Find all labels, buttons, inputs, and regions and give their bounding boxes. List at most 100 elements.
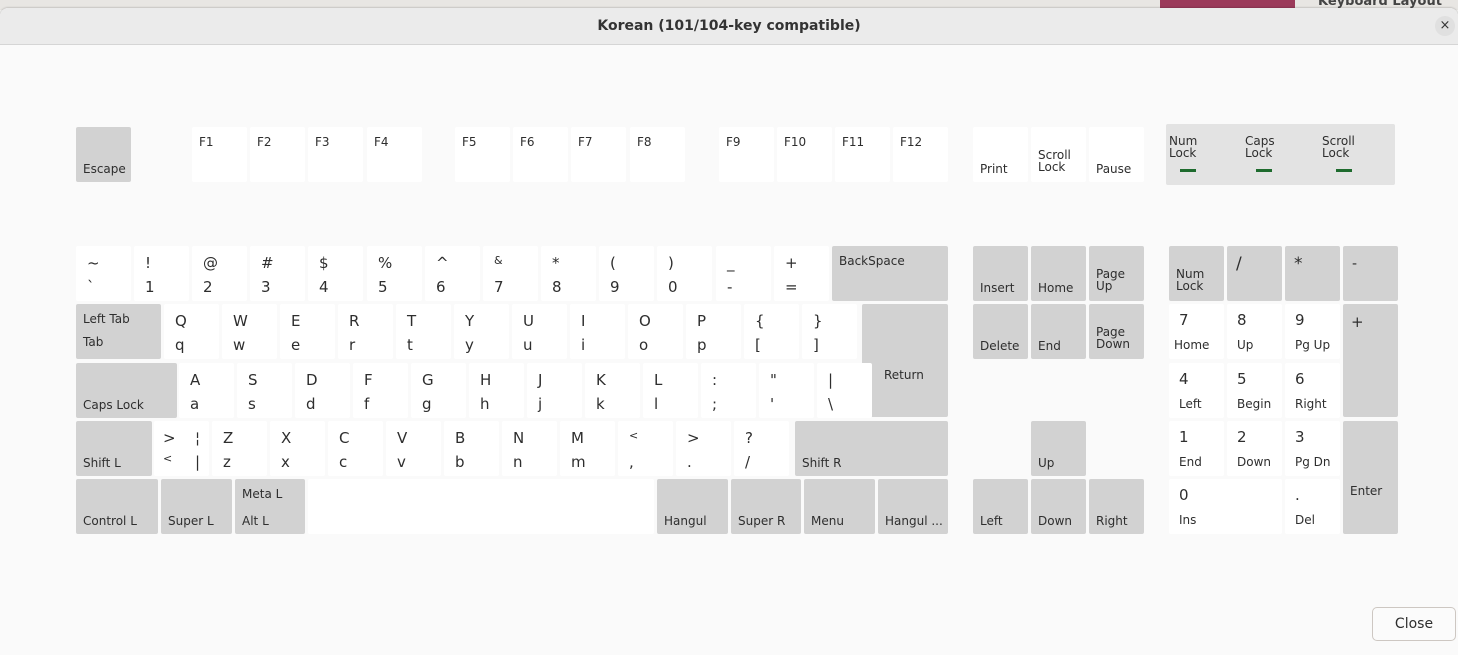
key-c: Cc [328,421,383,476]
key-kp-9: 9 Pg Up [1285,304,1340,359]
key-kp-1: 1 End [1169,421,1224,476]
key-kp-7: 7 Home [1169,304,1224,359]
key-0: ) 0 [657,246,712,301]
key-backspace: BackSpace [832,246,948,301]
key-q: Qq [164,304,219,359]
key-alt-left: Meta L Alt L [235,479,305,534]
key-f: Ff [353,363,408,418]
key-space [308,479,654,534]
caps-lock-led [1256,169,1272,172]
key-n: Nn [502,421,557,476]
key-9: (9 [599,246,654,301]
key-arrow-up: Up [1031,421,1086,476]
key-left-bracket: {[ [744,304,799,359]
key-super-right: Super R [731,479,801,534]
key-w: Ww [222,304,277,359]
key-f9: F9 [719,127,774,182]
key-arrow-right: Right [1089,479,1144,534]
key-4: $4 [308,246,363,301]
key-home: Home [1031,246,1086,301]
key-period: >. [676,421,731,476]
key-kp-3: 3 Pg Dn [1285,421,1340,476]
key-2: @2 [192,246,247,301]
key-d: Dd [295,363,350,418]
caps-lock-indicator-label: Caps Lock [1245,134,1275,160]
key-kp-divide: / [1227,246,1282,301]
key-page-down: Page Down [1089,304,1144,359]
key-kp-enter: Enter [1343,421,1398,534]
key-r: Rr [338,304,393,359]
key-less-greater: > < ¦ | [154,421,209,476]
dialog-titlebar: Korean (101/104-key compatible) × [0,8,1458,45]
key-grave: ~ ` [76,246,131,301]
key-x: Xx [270,421,325,476]
key-g: Gg [411,363,466,418]
key-minus: _ - [716,246,771,301]
key-f6: F6 [513,127,568,182]
key-5: % 5 [367,246,422,301]
key-escape: Escape [76,127,131,182]
key-kp-8: 8 Up [1227,304,1282,359]
key-backslash: | \ [817,363,872,418]
key-y: Yy [454,304,509,359]
key-1: ! 1 [134,246,189,301]
key-z: Zz [212,421,267,476]
key-insert: Insert [973,246,1028,301]
key-comma: <, [618,421,673,476]
key-num-lock: Num Lock [1169,246,1224,301]
key-f7: F7 [571,127,626,182]
key-o: Oo [628,304,683,359]
key-v: Vv [386,421,441,476]
key-slash: ? / [734,421,789,476]
key-a: Aa [179,363,234,418]
key-shift-right: Shift R [795,421,948,476]
key-f1: F1 [192,127,247,182]
key-shift-left: Shift L [76,421,152,476]
key-delete: Delete [973,304,1028,359]
key-j: Jj [527,363,582,418]
key-pause: Pause [1089,127,1144,182]
key-s: Ss [237,363,292,418]
key-right-bracket: }] [802,304,857,359]
key-page-up: Page Up [1089,246,1144,301]
key-p: Pp [686,304,741,359]
key-kp-subtract: - [1343,246,1398,301]
key-m: Mm [560,421,615,476]
key-hangul: Hangul [657,479,728,534]
key-f8: F8 [630,127,685,182]
key-f4: F4 [367,127,422,182]
key-tab: Left Tab Tab [76,304,161,359]
key-menu: Menu [804,479,875,534]
key-semicolon: :; [701,363,756,418]
key-kp-4: 4 Left [1169,363,1224,418]
key-kp-2: 2 Down [1227,421,1282,476]
key-end: End [1031,304,1086,359]
key-b: Bb [444,421,499,476]
key-arrow-left: Left [973,479,1028,534]
num-lock-indicator-label: Num Lock [1169,134,1198,160]
key-6: ^ 6 [425,246,480,301]
key-kp-5: 5 Begin [1227,363,1282,418]
key-kp-6: 6 Right [1285,363,1340,418]
key-h: Hh [469,363,524,418]
key-t: Tt [396,304,451,359]
key-equal: + = [774,246,829,301]
num-lock-led [1180,169,1196,172]
key-print: Print [973,127,1028,182]
key-quote: " ' [759,363,814,418]
scroll-lock-indicator-label: Scroll Lock [1322,134,1355,160]
key-arrow-down: Down [1031,479,1086,534]
key-8: * 8 [541,246,596,301]
key-i: Ii [570,304,625,359]
close-icon[interactable]: × [1435,16,1455,36]
dialog-title: Korean (101/104-key compatible) [597,18,861,34]
key-kp-decimal: . Del [1285,479,1340,534]
key-f5: F5 [455,127,510,182]
key-kp-multiply: * [1285,246,1340,301]
key-control-left: Control L [76,479,158,534]
key-f12: F12 [893,127,948,182]
key-f10: F10 [777,127,832,182]
key-f2: F2 [250,127,305,182]
close-button[interactable]: Close [1372,607,1456,641]
key-caps-lock: Caps Lock [76,363,177,418]
